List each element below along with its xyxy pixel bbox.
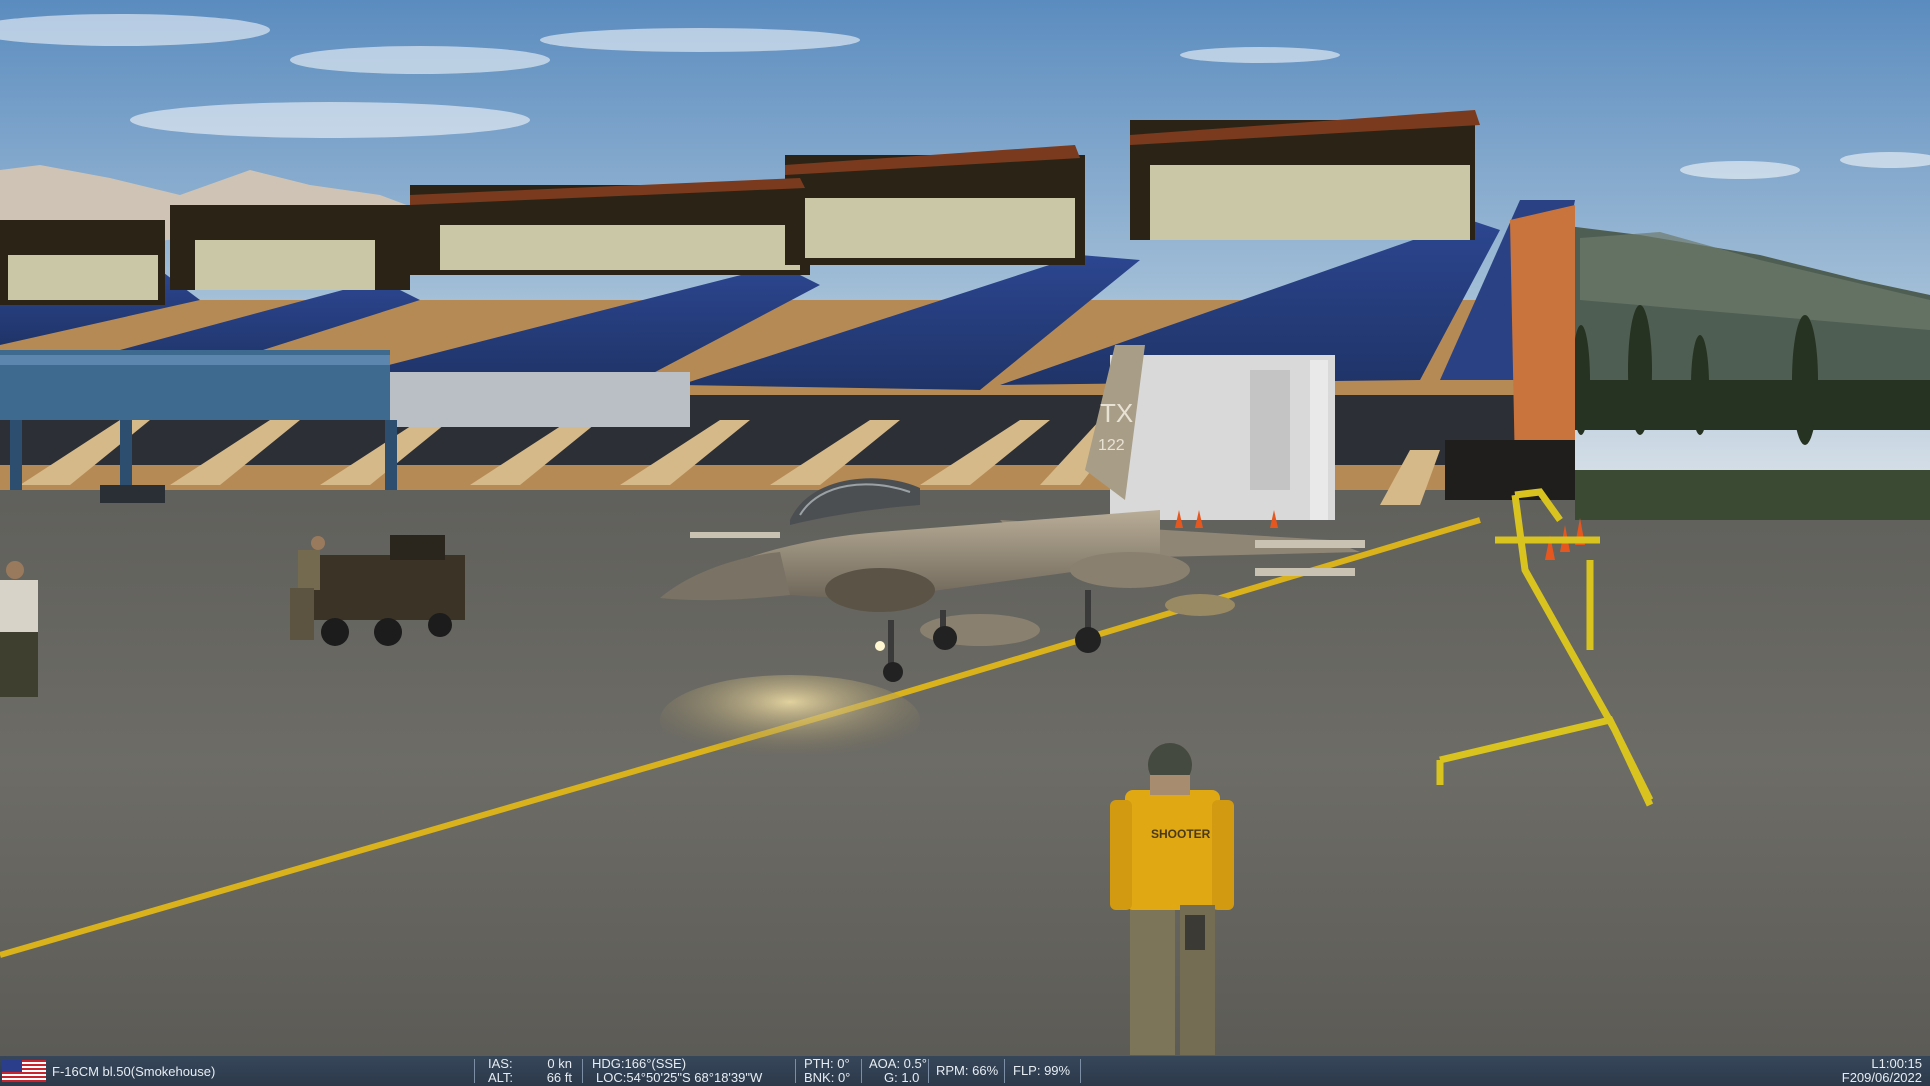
bank-readout: BNK: 0° bbox=[804, 1070, 851, 1085]
vest-label: SHOOTER bbox=[1151, 827, 1211, 841]
ias-value: 0 kn bbox=[547, 1056, 572, 1071]
alt-value: 66 ft bbox=[546, 1070, 572, 1085]
game-viewport[interactable]: TX 122 SHOOTER bbox=[0, 0, 1930, 1056]
hangar-structure bbox=[1110, 355, 1335, 520]
g-readout: G: 1.0 bbox=[884, 1070, 920, 1085]
date-readout: F209/06/2022 bbox=[1841, 1070, 1922, 1085]
aircraft-label: F-16CM bl.50(Smokehouse) bbox=[52, 1064, 216, 1079]
heading-readout: HDG:166°(SSE) bbox=[592, 1056, 687, 1071]
alt-label: ALT: bbox=[488, 1070, 514, 1085]
time-readout: L1:00:15 bbox=[1871, 1056, 1922, 1071]
flaps-readout: FLP: 99% bbox=[1013, 1063, 1071, 1078]
landing-light bbox=[875, 641, 885, 651]
pitch-readout: PTH: 0° bbox=[804, 1056, 850, 1071]
ias-label: IAS: bbox=[488, 1056, 513, 1071]
landing-light-beam bbox=[660, 675, 920, 765]
status-bar: F-16CM bl.50(Smokehouse) IAS: 0 kn ALT: … bbox=[0, 1056, 1930, 1086]
us-flag-icon bbox=[2, 1060, 46, 1082]
tail-code: TX bbox=[1100, 398, 1133, 428]
location-readout: LOC:54°50'25"S 68°18'39"W bbox=[596, 1070, 763, 1085]
aoa-readout: AOA: 0.5° bbox=[869, 1056, 927, 1071]
tail-number: 122 bbox=[1098, 437, 1125, 454]
rpm-readout: RPM: 66% bbox=[936, 1063, 999, 1078]
